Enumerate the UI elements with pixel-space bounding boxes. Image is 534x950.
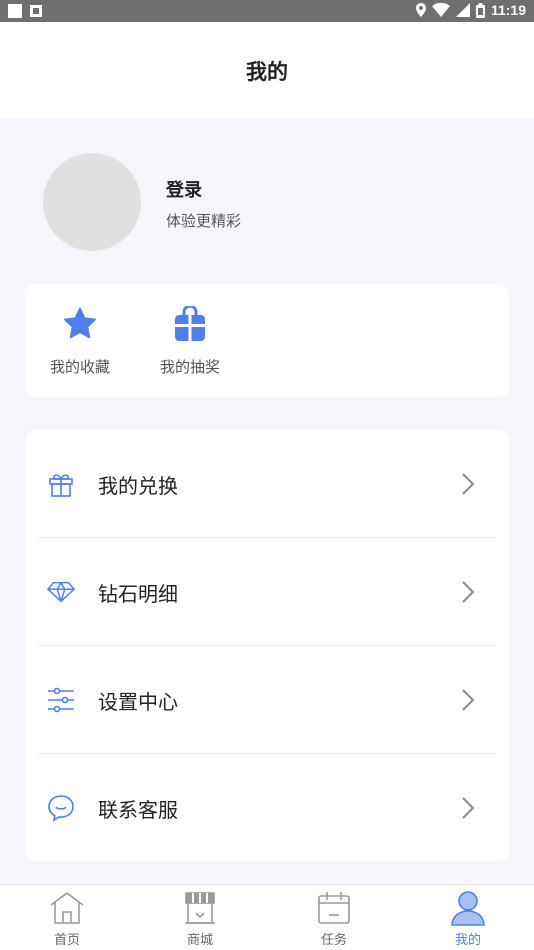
shop-icon: [185, 892, 215, 924]
quick-actions-card: 我的收藏 我的抽奖: [25, 284, 509, 397]
calendar-icon: [318, 892, 350, 924]
tab-tasks[interactable]: 任务: [284, 885, 384, 950]
menu-item-support[interactable]: 联系客服: [25, 754, 509, 862]
menu-item-settings[interactable]: 设置中心: [25, 646, 509, 754]
lottery-button[interactable]: 我的抽奖: [145, 304, 235, 377]
favorites-label: 我的收藏: [49, 358, 110, 376]
status-bar: 11:19: [0, 0, 534, 22]
sliders-icon: [48, 687, 74, 713]
login-link[interactable]: 登录: [166, 176, 202, 202]
tab-label: 商城: [186, 933, 213, 948]
menu-item-label: 联系客服: [98, 798, 178, 822]
location-icon: [415, 3, 426, 17]
avatar[interactable]: [43, 153, 141, 251]
gift-bag-icon: [175, 306, 205, 341]
square-icon: [8, 4, 22, 18]
user-icon: [451, 891, 485, 926]
image-icon: [30, 5, 42, 17]
chevron-right-icon: [462, 689, 475, 711]
menu-item-label: 我的兑换: [98, 474, 178, 498]
chevron-right-icon: [462, 473, 475, 495]
clock: 11:19: [490, 2, 526, 18]
tab-label: 我的: [454, 933, 481, 948]
tab-label: 首页: [53, 933, 80, 948]
menu-item-diamonds[interactable]: 钻石明细: [25, 538, 509, 646]
menu-card: 我的兑换 钻石明细 设置中心 联系客服: [25, 430, 509, 861]
tab-mine[interactable]: 我的: [418, 885, 518, 950]
menu-item-label: 钻石明细: [98, 582, 178, 606]
chevron-right-icon: [462, 797, 475, 819]
favorites-button[interactable]: 我的收藏: [35, 304, 125, 377]
page-header: 我的: [0, 22, 534, 118]
gift-box-icon: [49, 474, 73, 497]
battery-icon: [475, 2, 485, 18]
wifi-icon: [431, 3, 450, 17]
page-title: 我的: [246, 60, 288, 84]
lottery-label: 我的抽奖: [159, 358, 220, 376]
tab-label: 任务: [320, 933, 347, 948]
menu-item-exchange[interactable]: 我的兑换: [25, 430, 509, 538]
tab-home[interactable]: 首页: [17, 885, 117, 950]
star-icon: [64, 307, 96, 339]
profile-section[interactable]: 登录 体验更精彩: [0, 118, 534, 278]
diamond-icon: [47, 581, 75, 603]
menu-item-label: 设置中心: [98, 690, 178, 714]
profile-subtitle: 体验更精彩: [166, 212, 242, 230]
tab-shop[interactable]: 商城: [150, 885, 250, 950]
signal-icon: [455, 3, 470, 17]
chevron-right-icon: [462, 581, 475, 603]
bottom-tab-bar: 首页 商城 任务 我的: [0, 884, 534, 950]
home-icon: [50, 892, 84, 924]
chat-bubble-icon: [48, 795, 74, 822]
